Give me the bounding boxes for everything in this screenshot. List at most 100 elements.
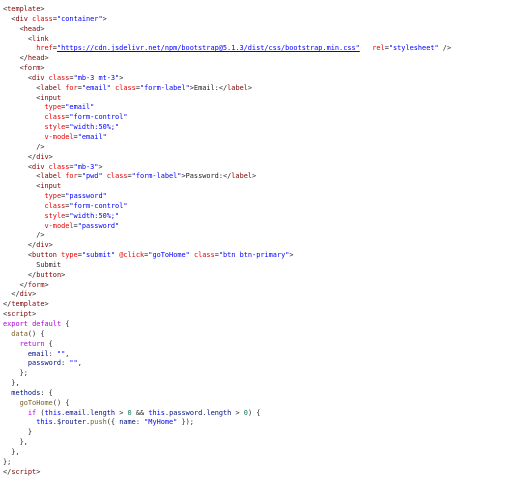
code-token: }); — [177, 418, 194, 427]
code-line[interactable]: if (this.email.length > 0 && this.passwo… — [3, 409, 518, 419]
code-line[interactable]: </button> — [3, 271, 518, 281]
code-token: () { — [27, 329, 45, 338]
code-token: label — [40, 83, 62, 92]
code-token: name — [119, 418, 136, 427]
code-token: return — [19, 339, 45, 348]
code-token: /> — [438, 44, 452, 53]
code-token: template — [11, 300, 45, 309]
code-token: div — [19, 290, 33, 299]
code-line[interactable]: </form> — [3, 281, 518, 291]
code-token: button — [32, 251, 57, 260]
code-token: } — [27, 428, 33, 437]
code-line[interactable]: </head> — [3, 54, 518, 64]
code-token: $router — [56, 418, 86, 427]
code-line[interactable]: email: "", — [3, 350, 518, 360]
code-token: }, — [11, 447, 20, 456]
code-token: length — [90, 408, 116, 417]
code-line[interactable]: this.$router.push({ name: "MyHome" }); — [3, 418, 518, 428]
code-token: "email" — [81, 83, 111, 92]
code-line[interactable]: <button type="submit" @click="goToHome" … — [3, 251, 518, 261]
code-line[interactable]: <template> — [3, 5, 518, 15]
code-token: > — [44, 300, 49, 309]
code-line[interactable]: goToHome() { — [3, 399, 518, 409]
code-content[interactable]: <template> <div class="container"> <head> <… — [0, 5, 518, 478]
code-line[interactable]: return { — [3, 340, 518, 350]
code-token: > — [36, 467, 41, 476]
code-line[interactable]: export default { — [3, 320, 518, 330]
code-token: </ — [19, 280, 28, 289]
code-line[interactable]: <input — [3, 94, 518, 104]
code-line[interactable]: data() { — [3, 330, 518, 340]
code-line[interactable]: Submit — [3, 261, 518, 271]
code-token: template — [7, 5, 41, 13]
code-line[interactable]: <div class="container"> — [3, 15, 518, 25]
code-token: @click — [119, 251, 145, 260]
code-line[interactable]: v-model="email" — [3, 133, 518, 143]
code-token: > — [40, 24, 45, 33]
code-line[interactable]: </script> — [3, 468, 518, 478]
code-line[interactable]: v-model="password" — [3, 222, 518, 232]
code-line[interactable]: }; — [3, 458, 518, 468]
code-token: head — [23, 24, 41, 33]
code-line[interactable]: }; — [3, 369, 518, 379]
code-token: }; — [19, 369, 28, 378]
code-token: ( — [36, 408, 45, 417]
code-token: > — [44, 280, 49, 289]
code-token: > — [32, 290, 37, 299]
code-line[interactable]: <form> — [3, 64, 518, 74]
code-line[interactable]: <script> — [3, 310, 518, 320]
code-line[interactable]: </template> — [3, 300, 518, 310]
code-line[interactable]: type="password" — [3, 192, 518, 202]
code-line[interactable]: class="form-control" — [3, 202, 518, 212]
code-line[interactable]: /> — [3, 231, 518, 241]
code-line[interactable]: style="width:50%;" — [0, 211, 518, 222]
code-line[interactable]: }, — [3, 438, 518, 448]
code-token: this — [44, 408, 62, 417]
code-line[interactable]: <head> — [3, 25, 518, 35]
code-token: methods — [11, 388, 41, 397]
code-line[interactable]: <link — [3, 35, 518, 45]
code-line[interactable]: <div class="mb-3"> — [3, 163, 518, 173]
code-line[interactable]: <label for="email" class="form-label">Em… — [3, 84, 518, 94]
code-editor[interactable]: <template> <div class="container"> <head> <… — [0, 0, 518, 484]
code-token: class — [193, 251, 215, 260]
code-line[interactable]: /> — [3, 143, 518, 153]
code-token: "form-control" — [69, 113, 128, 122]
code-line[interactable]: <div class="mb-3 mt-3"> — [3, 74, 518, 84]
code-token: class — [115, 83, 136, 92]
code-line[interactable]: }, — [3, 448, 518, 458]
code-line[interactable]: methods: { — [3, 389, 518, 399]
code-token: for — [65, 172, 78, 181]
code-line[interactable]: type="email" — [3, 103, 518, 113]
code-token: () { — [52, 398, 70, 407]
code-token: v-model — [44, 221, 74, 230]
code-line[interactable]: </div> — [3, 153, 518, 163]
code-line[interactable]: href="https://cdn.jsdelivr.net/npm/boots… — [3, 44, 518, 54]
code-line[interactable]: <input — [3, 182, 518, 192]
code-token: head — [27, 54, 45, 63]
code-token: form — [23, 64, 41, 73]
code-token: class — [48, 73, 70, 82]
code-line[interactable]: </div> — [3, 290, 518, 300]
code-token: /> — [36, 142, 45, 151]
code-line[interactable]: class="form-control" — [3, 113, 518, 123]
code-token: > — [289, 251, 294, 260]
code-token: "MyHome" — [144, 418, 178, 427]
code-line[interactable]: <label for="pwd" class="form-label">Pass… — [3, 172, 518, 182]
code-token: </ — [11, 290, 20, 299]
code-line[interactable]: } — [3, 428, 518, 438]
code-token: "width:50%;" — [69, 211, 120, 220]
code-token: : { — [40, 388, 53, 397]
code-token: > — [40, 64, 45, 73]
code-line[interactable]: password: "", — [3, 359, 518, 369]
code-line[interactable]: </div> — [3, 241, 518, 251]
code-token: "stylesheet" — [388, 44, 439, 53]
code-token: "pwd" — [81, 172, 103, 181]
code-token: if — [27, 408, 37, 417]
code-line[interactable]: }, — [3, 379, 518, 389]
code-token: : — [48, 349, 57, 358]
code-line[interactable]: style="width:50%;" — [3, 123, 518, 133]
code-token: </ — [19, 54, 28, 63]
code-token: "" — [69, 359, 78, 368]
